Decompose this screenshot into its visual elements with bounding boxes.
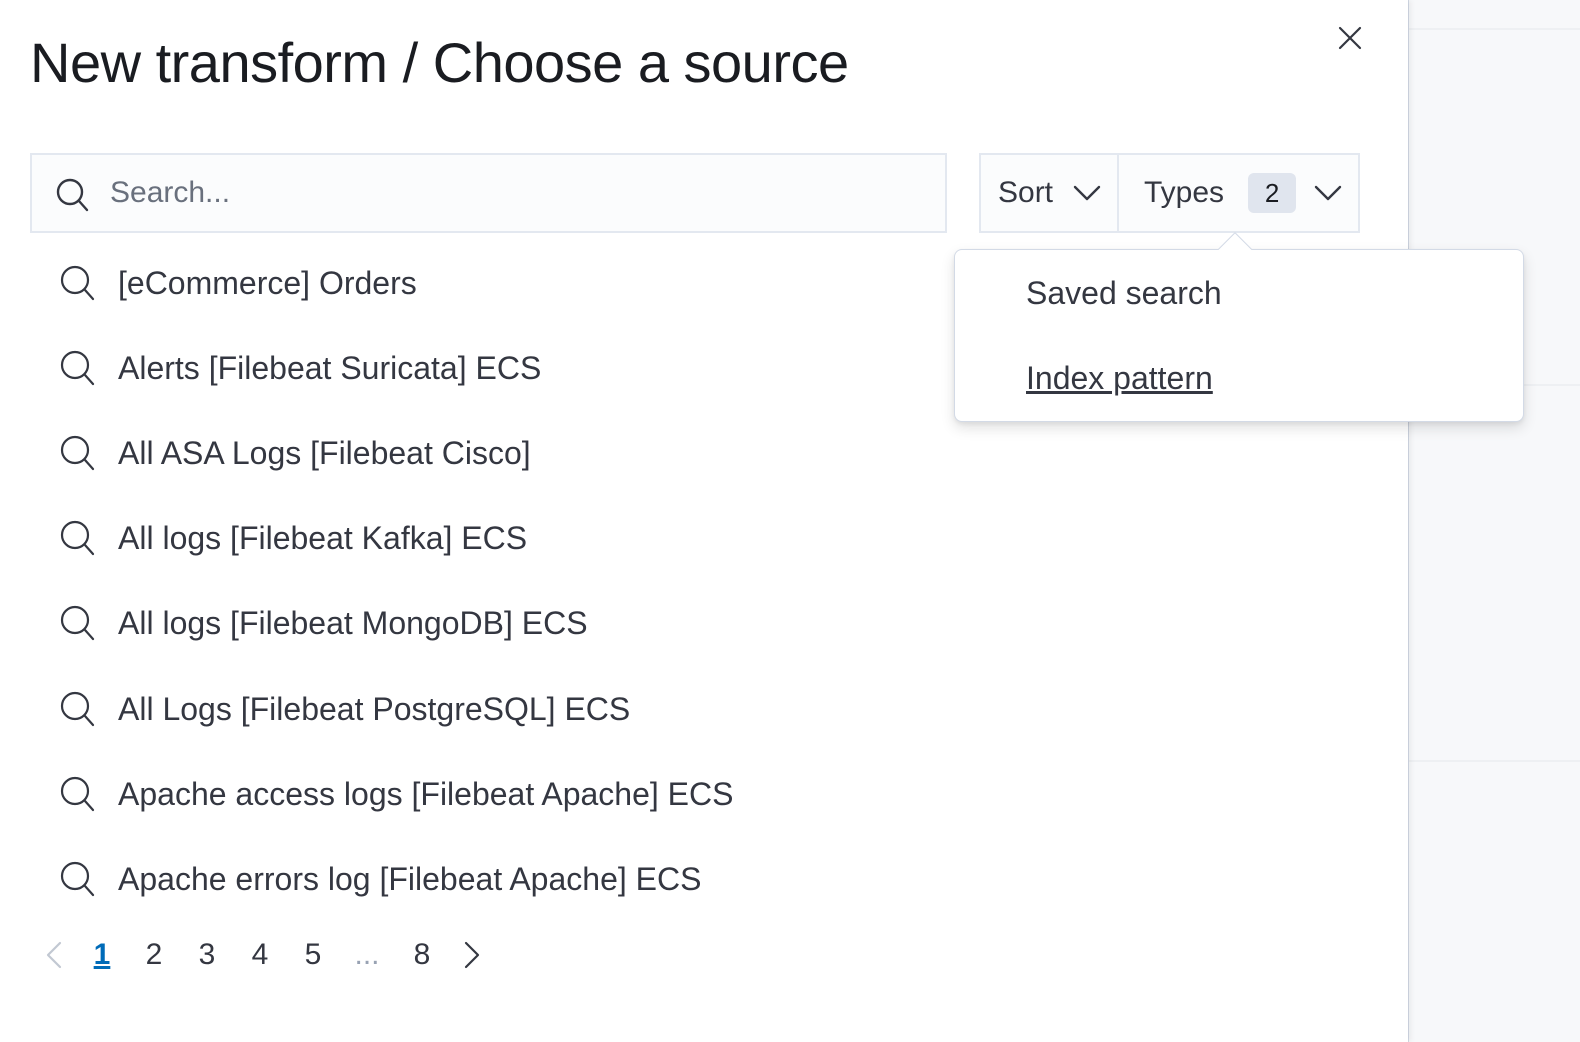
page-button-4[interactable]: 4 <box>244 930 276 980</box>
search-icon <box>60 520 95 556</box>
page-button-8[interactable]: 8 <box>406 930 438 980</box>
background-page <box>1408 0 1580 1042</box>
next-page-button[interactable] <box>456 930 488 980</box>
type-option-saved-search[interactable]: Saved search <box>1026 275 1222 312</box>
close-button[interactable] <box>1332 20 1368 56</box>
page-button-5[interactable]: 5 <box>297 930 329 980</box>
page-button-3[interactable]: 3 <box>191 930 223 980</box>
page-ellipsis: ... <box>354 938 380 971</box>
previous-page-button[interactable] <box>36 930 72 980</box>
choose-source-flyout: New transform / Choose a source Sort Typ… <box>0 0 1408 1042</box>
search-field[interactable] <box>30 153 947 233</box>
search-icon <box>60 350 95 386</box>
background-divider <box>1408 28 1580 30</box>
list-item[interactable]: All logs [Filebeat Kafka] ECS <box>58 508 527 568</box>
close-icon <box>1338 26 1362 50</box>
sort-button[interactable]: Sort <box>981 155 1119 231</box>
sort-label: Sort <box>998 176 1054 209</box>
list-item[interactable]: Apache errors log [Filebeat Apache] ECS <box>58 849 701 909</box>
search-icon <box>60 435 95 471</box>
types-count-badge: 2 <box>1248 173 1297 213</box>
search-icon <box>60 691 95 727</box>
list-item[interactable]: All Logs [Filebeat PostgreSQL] ECS <box>58 679 630 739</box>
types-popover: Saved search Index pattern <box>954 232 1524 422</box>
list-item-label: Alerts [Filebeat Suricata] ECS <box>118 349 542 386</box>
page-button-2[interactable]: 2 <box>138 930 170 980</box>
search-icon <box>60 861 95 897</box>
filter-group: Sort Types 2 <box>979 153 1360 233</box>
list-item-label: All logs [Filebeat Kafka] ECS <box>118 519 528 556</box>
chevron-left-icon <box>46 941 62 969</box>
search-icon <box>60 605 95 641</box>
chevron-right-icon <box>464 941 480 969</box>
list-item[interactable]: Apache access logs [Filebeat Apache] ECS <box>58 764 733 824</box>
type-option-index-pattern[interactable]: Index pattern <box>1026 360 1213 397</box>
list-item-label: Apache access logs [Filebeat Apache] ECS <box>118 775 734 812</box>
search-icon <box>56 178 89 212</box>
list-item[interactable]: All ASA Logs [Filebeat Cisco] <box>58 423 531 483</box>
list-item[interactable]: All logs [Filebeat MongoDB] ECS <box>58 593 588 653</box>
list-item-label: All ASA Logs [Filebeat Cisco] <box>118 434 531 471</box>
page-title: New transform / Choose a source <box>30 31 849 94</box>
list-item-label: Apache errors log [Filebeat Apache] ECS <box>118 860 702 897</box>
search-icon <box>60 776 95 812</box>
search-input[interactable] <box>110 155 930 231</box>
types-label: Types <box>1144 176 1225 209</box>
page-button-1[interactable]: 1 <box>86 930 118 980</box>
types-button[interactable]: Types 2 <box>1119 155 1358 231</box>
list-item[interactable]: [eCommerce] Orders <box>58 253 417 313</box>
list-item-label: All logs [Filebeat MongoDB] ECS <box>118 604 588 641</box>
background-divider <box>1408 760 1580 762</box>
chevron-down-icon <box>1314 185 1342 201</box>
list-item[interactable]: Alerts [Filebeat Suricata] ECS <box>58 338 541 398</box>
list-item-label: [eCommerce] Orders <box>118 264 417 301</box>
search-icon <box>60 265 95 301</box>
chevron-down-icon <box>1073 185 1101 201</box>
list-item-label: All Logs [Filebeat PostgreSQL] ECS <box>118 690 631 727</box>
